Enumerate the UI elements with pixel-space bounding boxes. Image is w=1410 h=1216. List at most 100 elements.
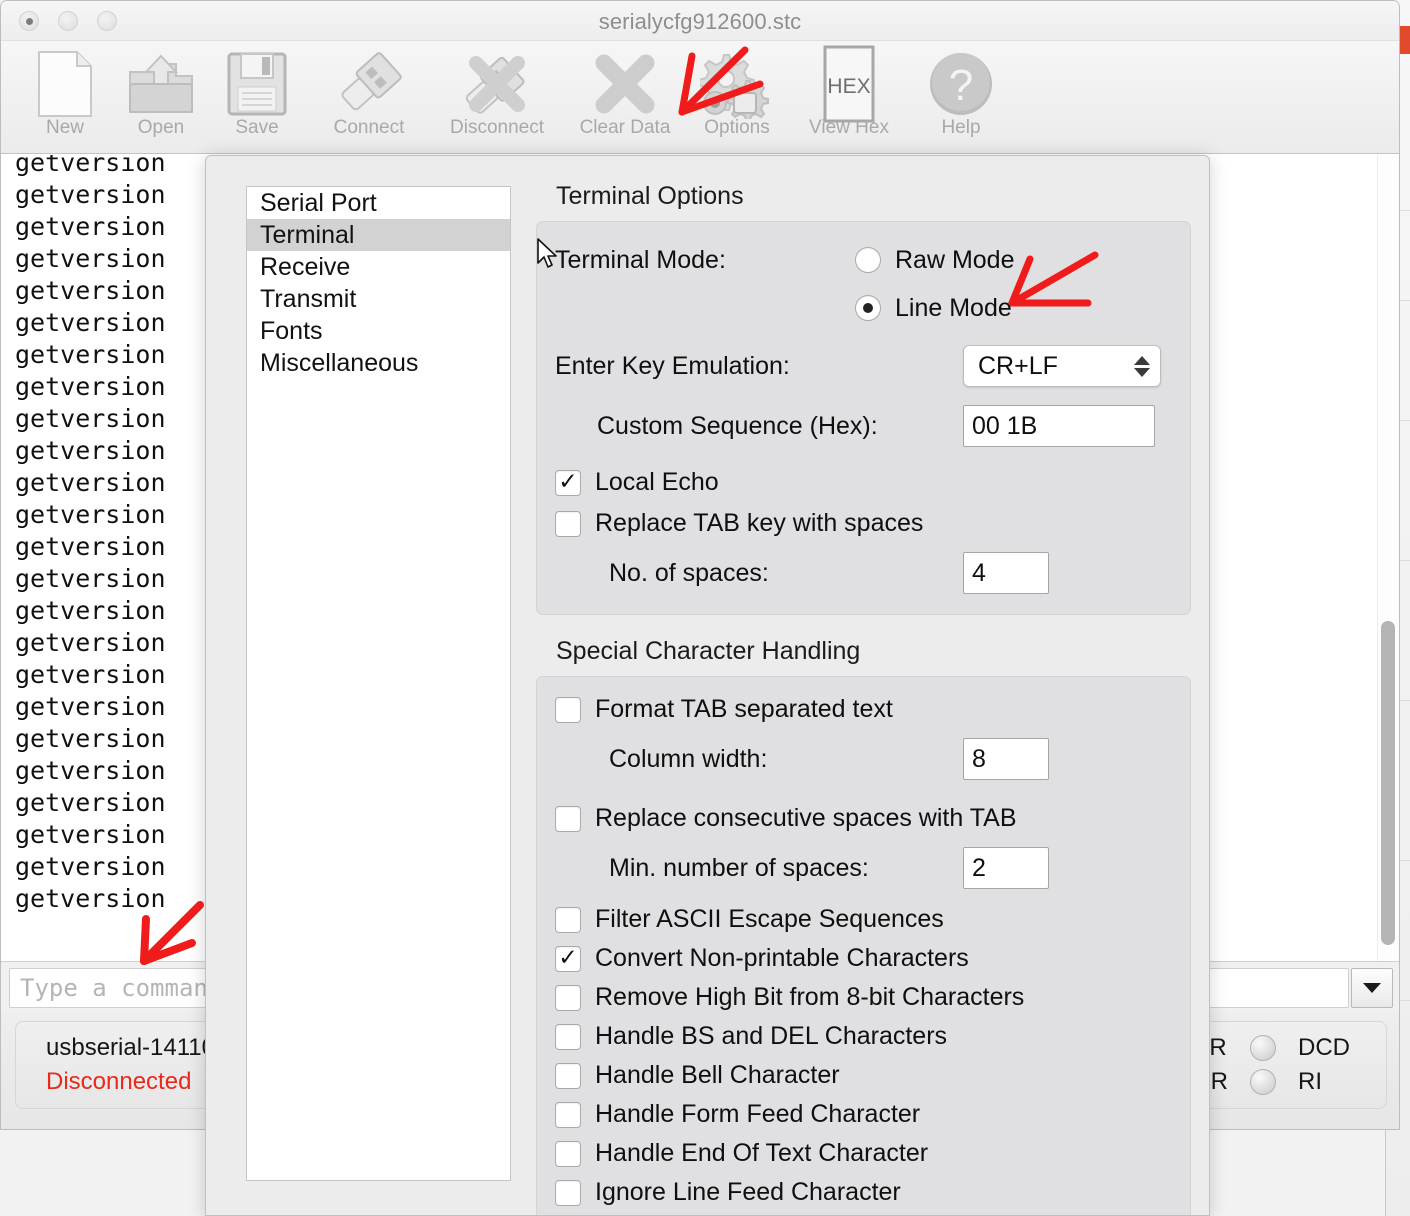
toolbar-button-connect[interactable]: Connect [305, 41, 433, 139]
checkbox-remove-high-bit-from-8-bit-characters[interactable]: Remove High Bit from 8-bit Characters [555, 983, 1172, 1012]
checkbox-box[interactable] [555, 1140, 581, 1167]
toolbar-button-disconnect[interactable]: Disconnect [433, 41, 561, 139]
svg-text:?: ? [949, 61, 973, 110]
hex-icon: HEX [818, 45, 880, 123]
toolbar-label-connect: Connect [333, 117, 405, 138]
special-character-handling-group: Format TAB separated text Column width: … [536, 676, 1191, 1215]
radio-line-mode-label: Line Mode [895, 293, 1012, 322]
checkbox-replace-tab-label: Replace TAB key with spaces [595, 509, 924, 537]
checkbox-box[interactable] [555, 1101, 581, 1128]
custom-sequence-label: Custom Sequence (Hex): [597, 411, 878, 440]
radio-raw-mode-label: Raw Mode [895, 245, 1015, 274]
toolbar-button-help[interactable]: ? Help [913, 41, 1009, 139]
checkbox-label: Convert Non-printable Characters [595, 944, 969, 972]
checkbox-label: Handle Bell Character [595, 1061, 840, 1089]
checkbox-format-tab-separated[interactable]: Format TAB separated text [555, 695, 1172, 724]
enter-key-emulation-label: Enter Key Emulation: [555, 351, 790, 380]
x-cross-icon [590, 47, 660, 121]
checkbox-box[interactable] [555, 906, 581, 933]
radio-line-mode-indicator[interactable] [855, 295, 881, 321]
terminal-lines: getversion getversion getversion getvers… [15, 155, 166, 913]
category-item-serial-port[interactable]: Serial Port [247, 187, 510, 219]
checkbox-convert-non-printable-characters[interactable]: ✓ Convert Non-printable Characters [555, 944, 1172, 973]
signal-label-ri: RI [1298, 1068, 1322, 1095]
options-pane-terminal: Terminal Options Terminal Mode: Raw Mode… [536, 176, 1191, 1215]
checkbox-replace-consecutive-spaces-box[interactable] [555, 805, 581, 832]
enter-key-emulation-value: CR+LF [978, 351, 1058, 380]
gears-icon [700, 47, 774, 121]
column-width-input[interactable] [963, 738, 1049, 780]
category-item-fonts[interactable]: Fonts [247, 315, 510, 347]
screen: serialycfg912600.stc New Open Save Conne… [0, 0, 1410, 1216]
category-item-receive[interactable]: Receive [247, 251, 510, 283]
options-dialog: Serial Port Terminal Receive Transmit Fo… [205, 155, 1210, 1216]
checkbox-replace-tab[interactable]: Replace TAB key with spaces [555, 509, 1172, 538]
checkbox-label: Remove High Bit from 8-bit Characters [595, 983, 1025, 1011]
checkbox-local-echo-label: Local Echo [595, 468, 719, 496]
signal-led-ri [1250, 1069, 1276, 1095]
checkbox-handle-bell-character[interactable]: Handle Bell Character [555, 1061, 1172, 1090]
checkbox-box[interactable]: ✓ [555, 945, 581, 972]
checkbox-handle-end-of-text-character[interactable]: Handle End Of Text Character [555, 1139, 1172, 1168]
mouse-cursor [537, 238, 557, 268]
radio-raw-mode[interactable]: Raw Mode [855, 246, 1015, 275]
checkbox-box[interactable] [555, 1179, 581, 1206]
terminal-options-group: Terminal Mode: Raw Mode Line Mode Enter … [536, 221, 1191, 615]
enter-key-emulation-select[interactable]: CR+LF [963, 345, 1161, 387]
checkbox-handle-form-feed-character[interactable]: Handle Form Feed Character [555, 1100, 1172, 1129]
chevron-down-icon [1363, 982, 1381, 993]
toolbar-button-options[interactable]: Options [689, 41, 785, 139]
toolbar-button-view-hex[interactable]: HEX View Hex [785, 41, 913, 139]
radio-line-mode[interactable]: Line Mode [855, 294, 1012, 323]
window-title: serialycfg912600.stc [598, 9, 802, 34]
checkbox-format-tab-separated-label: Format TAB separated text [595, 695, 893, 723]
radio-raw-mode-indicator[interactable] [855, 247, 881, 273]
toolbar-label-open: Open [137, 117, 185, 138]
window-titlebar: serialycfg912600.stc [1, 1, 1399, 41]
checkbox-replace-consecutive-spaces[interactable]: Replace consecutive spaces with TAB [555, 804, 1172, 833]
checkbox-ignore-line-feed-character[interactable]: Ignore Line Feed Character [555, 1178, 1172, 1207]
checkbox-label: Ignore Line Feed Character [595, 1178, 901, 1206]
custom-sequence-input[interactable] [963, 405, 1155, 447]
checkbox-label: Handle Form Feed Character [595, 1100, 921, 1128]
toolbar-label-help: Help [941, 117, 981, 138]
toolbar: New Open Save Connect Disconnect Clear D… [1, 41, 1399, 154]
no-of-spaces-input[interactable] [963, 552, 1049, 594]
usb-plug-icon [333, 47, 405, 121]
terminal-scrollbar-thumb[interactable] [1381, 621, 1395, 945]
checkbox-local-echo-box[interactable]: ✓ [555, 469, 581, 496]
command-history-dropdown-button[interactable] [1351, 967, 1393, 1008]
category-item-miscellaneous[interactable]: Miscellaneous [247, 347, 510, 379]
checkbox-handle-bs-and-del-characters[interactable]: Handle BS and DEL Characters [555, 1022, 1172, 1051]
checkbox-replace-tab-box[interactable] [555, 510, 581, 537]
no-of-spaces-label: No. of spaces: [609, 558, 769, 587]
checkbox-box[interactable] [555, 984, 581, 1011]
checkbox-box[interactable] [555, 1062, 581, 1089]
terminal-mode-label: Terminal Mode: [555, 245, 726, 274]
checkbox-box[interactable] [555, 1023, 581, 1050]
terminal-options-title: Terminal Options [556, 182, 744, 210]
question-mark-icon: ? [927, 47, 995, 121]
checkbox-local-echo[interactable]: ✓ Local Echo [555, 468, 1172, 497]
toolbar-label-disconnect: Disconnect [450, 117, 544, 138]
usb-disconnect-icon [458, 47, 536, 121]
toolbar-button-new[interactable]: New [17, 41, 113, 139]
min-spaces-input[interactable] [963, 847, 1049, 889]
toolbar-button-clear-data[interactable]: Clear Data [561, 41, 689, 139]
category-item-terminal[interactable]: Terminal [247, 219, 510, 251]
svg-text:HEX: HEX [827, 75, 870, 98]
signal-label-dcd: DCD [1298, 1034, 1350, 1061]
checkbox-label: Handle End Of Text Character [595, 1139, 929, 1167]
toolbar-button-save[interactable]: Save [209, 41, 305, 139]
special-character-handling-title: Special Character Handling [556, 637, 861, 665]
checkbox-filter-ascii-escape-sequences[interactable]: Filter ASCII Escape Sequences [555, 905, 1172, 934]
category-item-transmit[interactable]: Transmit [247, 283, 510, 315]
options-category-list[interactable]: Serial Port Terminal Receive Transmit Fo… [246, 186, 511, 1181]
column-width-label: Column width: [609, 744, 768, 773]
signal-led-dcd [1250, 1035, 1276, 1061]
toolbar-button-open[interactable]: Open [113, 41, 209, 139]
toolbar-label-clear-data: Clear Data [579, 117, 671, 138]
checkbox-format-tab-separated-box[interactable] [555, 696, 581, 723]
toolbar-label-save: Save [235, 117, 279, 138]
toolbar-label-new: New [45, 117, 84, 138]
